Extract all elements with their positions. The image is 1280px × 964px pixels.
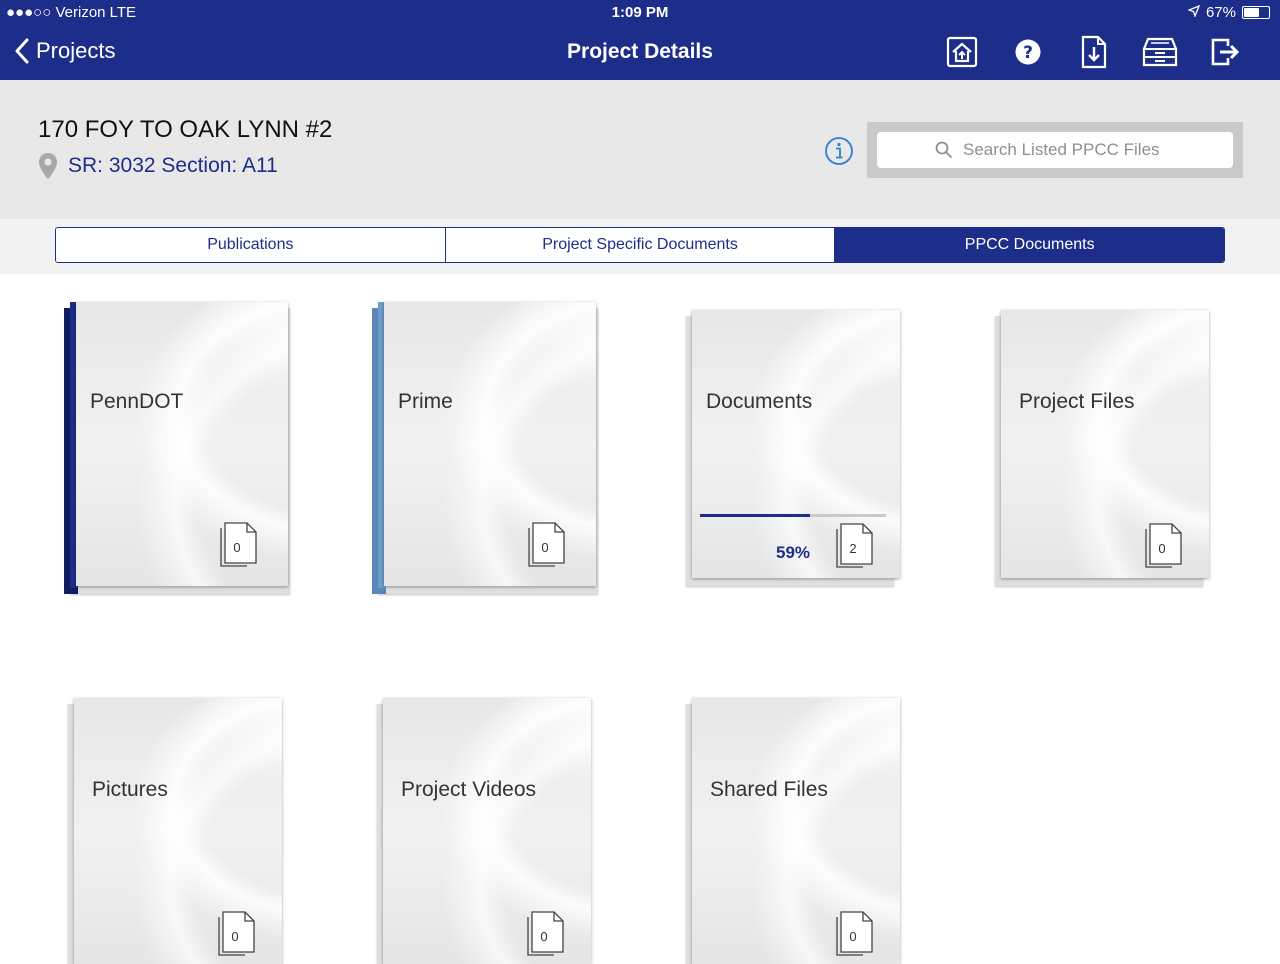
document-count: 0 [218,909,256,957]
document-count: 0 [1145,521,1183,569]
help-button[interactable]: ? [1010,34,1046,70]
download-progress-percent: 59% [776,543,811,562]
home-upload-button[interactable] [944,34,980,70]
document-count: 0 [836,909,874,957]
folder-label: Pictures [92,778,168,801]
download-button[interactable] [1076,34,1112,70]
info-button[interactable] [824,136,854,171]
document-count-value: 0 [231,929,239,944]
document-count-value: 2 [849,541,857,556]
folder-label: Shared Files [710,778,828,801]
document-count-value: 0 [541,540,549,555]
folder-pictures[interactable]: Pictures 0 [68,698,284,964]
download-file-icon [1081,35,1107,69]
folder-cover: Project Videos 0 [383,698,591,964]
info-icon [825,137,853,165]
project-name: 170 FOY TO OAK LYNN #2 [38,116,333,143]
folder-cover: Prime 0 [384,302,596,586]
tabs-bar: Publications Project Specific Documents … [0,219,1280,274]
download-progress-fill [700,514,810,517]
home-upload-icon [946,36,978,68]
archive-tray-icon [1142,37,1178,67]
logout-icon [1211,38,1240,66]
segmented-control: Publications Project Specific Documents … [55,227,1225,263]
folder-label: Prime [398,390,453,413]
folder-label: Project Files [1019,390,1135,413]
project-location: SR: 3032 Section: A11 [38,152,278,180]
top-bar: ●●●○○ Verizon LTE 1:09 PM 67% Projects P… [0,0,1280,80]
document-count-value: 0 [1158,541,1166,556]
document-count: 0 [220,520,258,568]
status-right: 67% [1187,4,1270,21]
download-progress-bar [700,514,886,517]
project-sr-section: SR: 3032 Section: A11 [68,154,278,177]
tab-publications[interactable]: Publications [56,228,446,262]
search-box [877,132,1233,168]
folder-cover: Pictures 0 [74,698,282,964]
document-count-value: 0 [540,929,548,944]
folder-cover: PennDOT 0 [76,302,288,586]
location-arrow-icon [1187,4,1201,21]
folder-cover: Shared Files 0 [692,698,900,964]
folder-shared-files[interactable]: Shared Files 0 [686,698,902,964]
folder-label: Project Videos [401,778,537,801]
folder-prime[interactable]: Prime 0 [372,302,598,594]
document-count-value: 0 [233,540,241,555]
folder-cover: Project Files 0 [1001,310,1209,578]
toolbar-icons: ? [944,34,1244,70]
document-count: 0 [528,520,566,568]
chevron-left-icon [15,38,29,64]
back-label: Projects [36,38,116,63]
help-icon: ? [1015,39,1041,65]
project-header: 170 FOY TO OAK LYNN #2 SR: 3032 Section:… [0,80,1280,219]
folder-project-files[interactable]: Project Files 0 [995,310,1211,586]
tab-project-specific-documents[interactable]: Project Specific Documents [445,228,836,262]
battery-percent: 67% [1205,4,1236,21]
status-bar: ●●●○○ Verizon LTE 1:09 PM 67% [0,0,1280,26]
document-count: 0 [527,909,565,957]
document-count: 2 [836,521,874,569]
search-container [867,122,1243,178]
folder-label: Documents [706,390,813,413]
search-input[interactable] [961,139,1175,161]
clock: 1:09 PM [611,4,669,21]
battery-icon [1242,6,1270,19]
folder-documents[interactable]: Documents 59% 2 [686,310,902,586]
back-button[interactable]: Projects [14,38,115,64]
location-pin-icon [39,153,57,179]
archive-button[interactable] [1142,34,1178,70]
folder-penndot[interactable]: PennDOT 0 [64,302,290,594]
folder-cover: Documents 59% 2 [692,310,900,578]
folder-project-videos[interactable]: Project Videos 0 [377,698,593,964]
logout-button[interactable] [1208,34,1244,70]
folder-label: PennDOT [90,390,184,413]
svg-text:?: ? [1023,43,1033,63]
tab-ppcc-documents[interactable]: PPCC Documents [835,228,1224,262]
search-icon [935,141,953,159]
document-count-value: 0 [849,929,857,944]
